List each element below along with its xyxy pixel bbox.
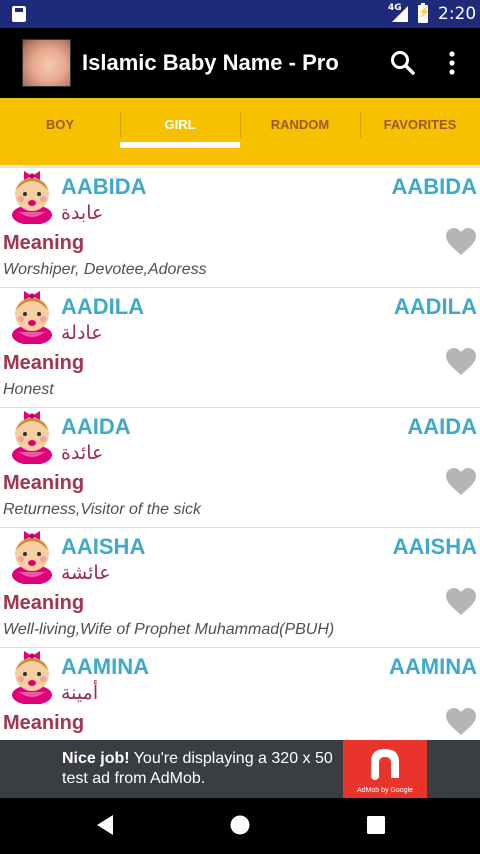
meaning-text: Well-living,Wife of Prophet Muhammad(PBU… [3, 621, 335, 638]
ad-banner[interactable]: Nice job! You're displaying a 320 x 50 t… [0, 740, 480, 798]
system-nav-bar [0, 798, 480, 854]
name-english: AAIDA [61, 414, 131, 439]
heart-icon[interactable] [446, 468, 476, 496]
overflow-menu-icon [449, 51, 455, 75]
baby-girl-icon [12, 171, 52, 224]
name-arabic: عائدة [61, 442, 104, 464]
baby-girl-icon [12, 651, 52, 704]
app-logo [22, 39, 71, 87]
name-arabic: عادلة [61, 322, 103, 344]
name-arabic: عائشة [61, 562, 111, 584]
search-icon [391, 51, 415, 75]
list-item[interactable]: AAISHA AAISHA عائشة Meaning Well-living,… [0, 528, 480, 648]
ad-brand: AdMob by Google [356, 787, 414, 794]
meaning-label: Meaning [3, 472, 85, 494]
baby-girl-icon [12, 531, 52, 584]
name-list[interactable]: AABIDA AABIDA عابدة Meaning Worshiper, D… [0, 168, 480, 740]
home-icon[interactable] [229, 813, 251, 837]
sd-card-icon [12, 6, 26, 22]
tab-random[interactable]: RANDOM [240, 98, 360, 165]
list-item[interactable]: AADILA AADILA عادلة Meaning Honest [0, 288, 480, 408]
overflow-menu-button[interactable] [440, 48, 464, 78]
meaning-label: Meaning [3, 592, 85, 614]
admob-logo[interactable]: AdMob by Google [343, 740, 427, 798]
meaning-label: Meaning [3, 232, 85, 254]
tab-boy[interactable]: BOY [0, 98, 120, 165]
meaning-text: Worshiper, Devotee,Adoress [3, 261, 207, 278]
name-arabic: عابدة [61, 202, 104, 224]
signal-icon [392, 6, 408, 22]
name-arabic: أمينة [61, 682, 99, 704]
name-english: AADILA [61, 294, 145, 319]
name-english: AABIDA [61, 174, 147, 199]
ad-headline: Nice job! [62, 750, 130, 767]
list-item[interactable]: AAMINA AAMINA أمينة Meaning [0, 648, 480, 740]
heart-icon[interactable] [446, 228, 476, 256]
list-item[interactable]: AABIDA AABIDA عابدة Meaning Worshiper, D… [0, 168, 480, 288]
name-english-right: AAIDA [407, 414, 477, 439]
name-english-right: AAMINA [389, 654, 477, 679]
page-title: Islamic Baby Name - Pro [82, 50, 339, 75]
search-button[interactable] [388, 48, 418, 78]
tab-bar: BOY GIRL RANDOM FAVORITES [0, 98, 480, 165]
ad-text: Nice job! You're displaying a 320 x 50 t… [62, 749, 344, 789]
heart-icon[interactable] [446, 708, 476, 736]
name-english: AAISHA [61, 534, 146, 559]
battery-icon [418, 3, 430, 23]
status-bar: 4G 2:20 [0, 0, 480, 28]
name-english-right: AABIDA [391, 174, 477, 199]
active-tab-indicator [120, 142, 240, 148]
name-english-right: AAISHA [392, 534, 477, 559]
meaning-label: Meaning [3, 352, 85, 374]
admob-icon [371, 749, 399, 780]
baby-girl-icon [12, 411, 52, 464]
meaning-label: Meaning [3, 712, 85, 734]
heart-icon[interactable] [446, 348, 476, 376]
status-clock: 2:20 [438, 4, 477, 24]
tab-girl[interactable]: GIRL [120, 98, 240, 165]
name-english: AAMINA [61, 654, 149, 679]
baby-girl-icon [12, 291, 52, 344]
heart-icon[interactable] [446, 588, 476, 616]
list-item[interactable]: AAIDA AAIDA عائدة Meaning Returness,Visi… [0, 408, 480, 528]
meaning-text: Returness,Visitor of the sick [3, 501, 202, 518]
back-icon[interactable] [94, 813, 116, 837]
meaning-text: Honest [3, 381, 54, 398]
app-bar: Islamic Baby Name - Pro [0, 28, 480, 98]
tab-favorites[interactable]: FAVORITES [360, 98, 480, 165]
name-english-right: AADILA [393, 294, 477, 319]
recents-icon[interactable] [365, 813, 387, 837]
